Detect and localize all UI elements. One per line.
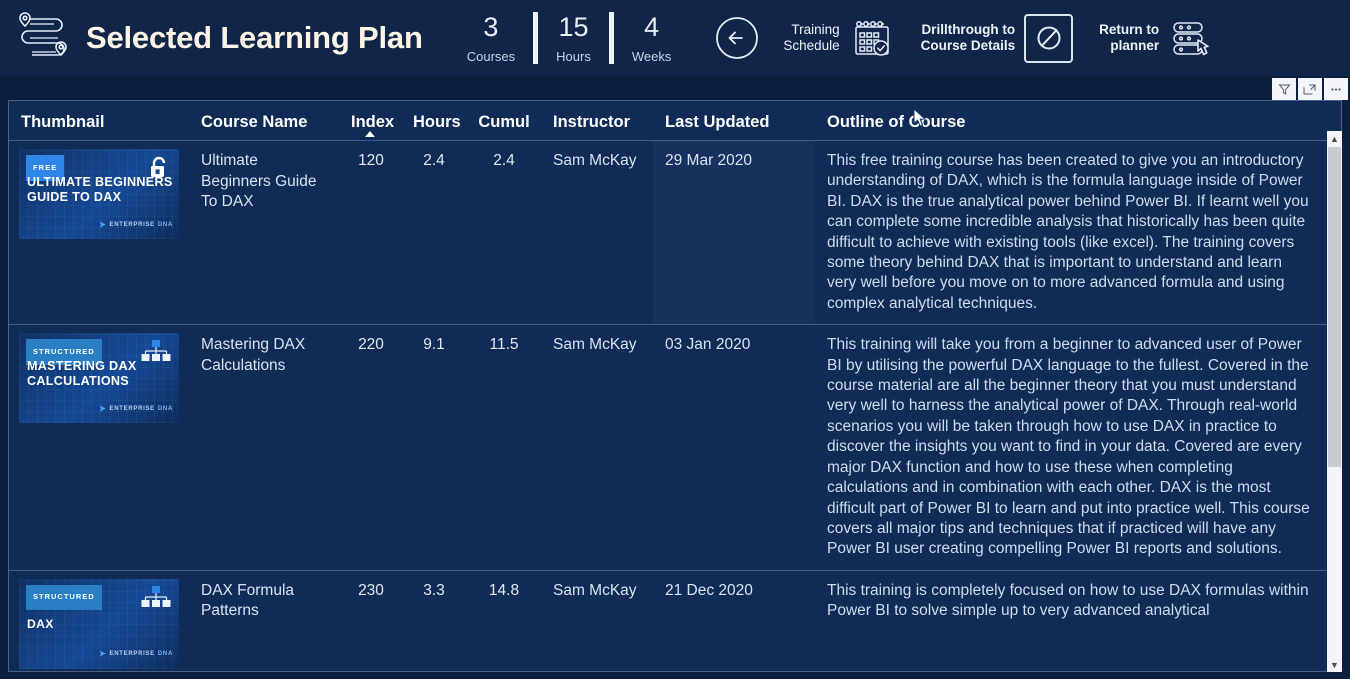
back-arrow-button[interactable] [715, 16, 759, 60]
thumbnail-title: Mastering DAX Calculations [27, 359, 137, 388]
filter-icon[interactable] [1272, 78, 1296, 100]
cell-course-name[interactable]: Ultimate Beginners Guide To DAX [189, 139, 339, 325]
course-thumbnail: STRUCTURED DAX ➤ ENTERPRISE DNA [19, 578, 179, 669]
brand-name: ENTERPRISE [109, 651, 155, 658]
column-header-last-updated[interactable]: Last Updated [653, 101, 815, 141]
cell-instructor[interactable]: Sam McKay [541, 324, 653, 571]
report-page: Selected Learning Plan 3 Courses 15 Hour… [0, 0, 1350, 679]
vertical-scrollbar[interactable]: ▲ ▼ [1327, 131, 1342, 672]
column-header-thumbnail[interactable]: Thumbnail [9, 101, 189, 141]
cell-instructor[interactable]: Sam McKay [541, 569, 653, 671]
cell-cumul[interactable]: 14.8 [465, 569, 541, 671]
scroll-down-arrow[interactable]: ▼ [1327, 657, 1342, 672]
cell-outline[interactable]: This training is completely focused on h… [815, 569, 1327, 671]
brand-suffix: DNA [157, 651, 173, 658]
drillthrough-course-details-button[interactable]: Drillthrough to Course Details [920, 13, 1074, 63]
sort-ascending-icon [365, 131, 375, 137]
cell-index[interactable]: 220 [339, 324, 401, 571]
database-click-icon [1173, 22, 1209, 56]
thumbnail-title: Ultimate Beginners Guide To DAX [27, 175, 173, 204]
cell-last-updated[interactable]: 29 Mar 2020 [653, 139, 815, 325]
cell-cumul[interactable]: 2.4 [465, 139, 541, 325]
cell-index[interactable]: 230 [339, 569, 401, 671]
brand-mark-icon: ➤ [99, 219, 107, 229]
brand-suffix: DNA [157, 221, 173, 228]
training-schedule-button[interactable]: Training Schedule [783, 15, 894, 61]
course-table[interactable]: Thumbnail Course Name Index Hours Cumul … [8, 100, 1342, 672]
metric-hours-value: 15 [558, 11, 589, 42]
page-title: Selected Learning Plan [86, 20, 423, 55]
row-thumbnail-cell[interactable]: STRUCTURED DAX ➤ ENTERPRISE DNA [9, 569, 189, 671]
table-row[interactable]: STRUCTURED DAX ➤ ENTERPRISE DNA DAX Form… [9, 569, 1327, 671]
metric-courses: 3 Courses [449, 11, 533, 64]
table-header-row: Thumbnail Course Name Index Hours Cumul … [9, 101, 1327, 141]
training-schedule-label: Training Schedule [783, 22, 840, 53]
course-thumbnail: STRUCTURED Mastering DAX Calculations ➤ [19, 333, 179, 424]
metric-weeks-label: Weeks [631, 48, 672, 64]
column-header-outline[interactable]: Outline of Course [815, 101, 1327, 141]
thumbnail-title: DAX [27, 616, 54, 631]
cell-instructor[interactable]: Sam McKay [541, 139, 653, 325]
thumbnail-badge: STRUCTURED [26, 584, 102, 611]
return-to-planner-label: Return to planner [1099, 22, 1160, 53]
return-to-planner-button[interactable]: Return to planner [1099, 15, 1218, 61]
no-entry-slash-icon [1024, 13, 1074, 63]
cell-hours[interactable]: 2.4 [401, 139, 465, 325]
table-row[interactable]: STRUCTURED Mastering DAX Calculations ➤ [9, 324, 1327, 571]
brand-suffix: DNA [157, 405, 173, 412]
column-header-cumul[interactable]: Cumul [465, 101, 541, 141]
scroll-up-arrow[interactable]: ▲ [1327, 131, 1342, 146]
column-header-index-label: Index [351, 113, 395, 131]
cell-outline[interactable]: This training will take you from a begin… [815, 324, 1327, 571]
scrollbar-thumb[interactable] [1328, 147, 1341, 467]
metric-hours-label: Hours [556, 48, 591, 64]
column-header-instructor[interactable]: Instructor [541, 101, 653, 141]
header-actions: Training Schedule Drillthrough to Course… [783, 13, 1218, 63]
cell-last-updated[interactable]: 03 Jan 2020 [653, 324, 815, 571]
cell-cumul[interactable]: 11.5 [465, 324, 541, 571]
visual-header-tools [1272, 78, 1348, 100]
cell-index[interactable]: 120 [339, 139, 401, 325]
drillthrough-label: Drillthrough to Course Details [920, 22, 1016, 53]
focus-mode-icon[interactable] [1298, 78, 1322, 100]
column-header-hours[interactable]: Hours [401, 101, 465, 141]
table-row[interactable]: FREE Ultimate Beginners Guide To DAX ➤ E… [9, 139, 1327, 325]
thumbnail-brand: ➤ ENTERPRISE DNA [99, 399, 173, 420]
course-thumbnail: FREE Ultimate Beginners Guide To DAX ➤ E… [19, 149, 179, 239]
brand-mark-icon: ➤ [99, 649, 107, 659]
more-options-icon[interactable] [1324, 78, 1348, 100]
column-header-index[interactable]: Index [339, 101, 401, 141]
column-header-course-name[interactable]: Course Name [189, 101, 339, 141]
metric-courses-value: 3 [483, 11, 499, 42]
metric-weeks-value: 4 [644, 11, 660, 42]
metric-hours: 15 Hours [538, 11, 609, 64]
thumbnail-brand: ➤ ENTERPRISE DNA [99, 215, 173, 236]
cell-course-name[interactable]: DAX Formula Patterns [189, 569, 339, 671]
kpi-metrics: 3 Courses 15 Hours 4 Weeks [449, 12, 690, 64]
row-thumbnail-cell[interactable]: FREE Ultimate Beginners Guide To DAX ➤ E… [9, 139, 189, 325]
cell-hours[interactable]: 3.3 [401, 569, 465, 671]
brand-name: ENTERPRISE [109, 221, 155, 228]
thumbnail-brand: ➤ ENTERPRISE DNA [99, 644, 173, 665]
brand-name: ENTERPRISE [109, 405, 155, 412]
brand-mark-icon: ➤ [99, 403, 107, 413]
mouse-cursor-icon [913, 108, 927, 127]
metric-courses-label: Courses [466, 48, 516, 64]
cell-hours[interactable]: 9.1 [401, 324, 465, 571]
route-plan-icon [19, 12, 67, 57]
cell-outline[interactable]: This free training course has been creat… [815, 139, 1327, 325]
calendar-check-icon [854, 21, 889, 56]
page-header: Selected Learning Plan 3 Courses 15 Hour… [0, 0, 1350, 76]
cell-course-name[interactable]: Mastering DAX Calculations [189, 324, 339, 571]
cell-last-updated[interactable]: 21 Dec 2020 [653, 569, 815, 671]
hierarchy-icon [141, 585, 171, 607]
row-thumbnail-cell[interactable]: STRUCTURED Mastering DAX Calculations ➤ [9, 324, 189, 571]
metric-weeks: 4 Weeks [614, 11, 690, 64]
